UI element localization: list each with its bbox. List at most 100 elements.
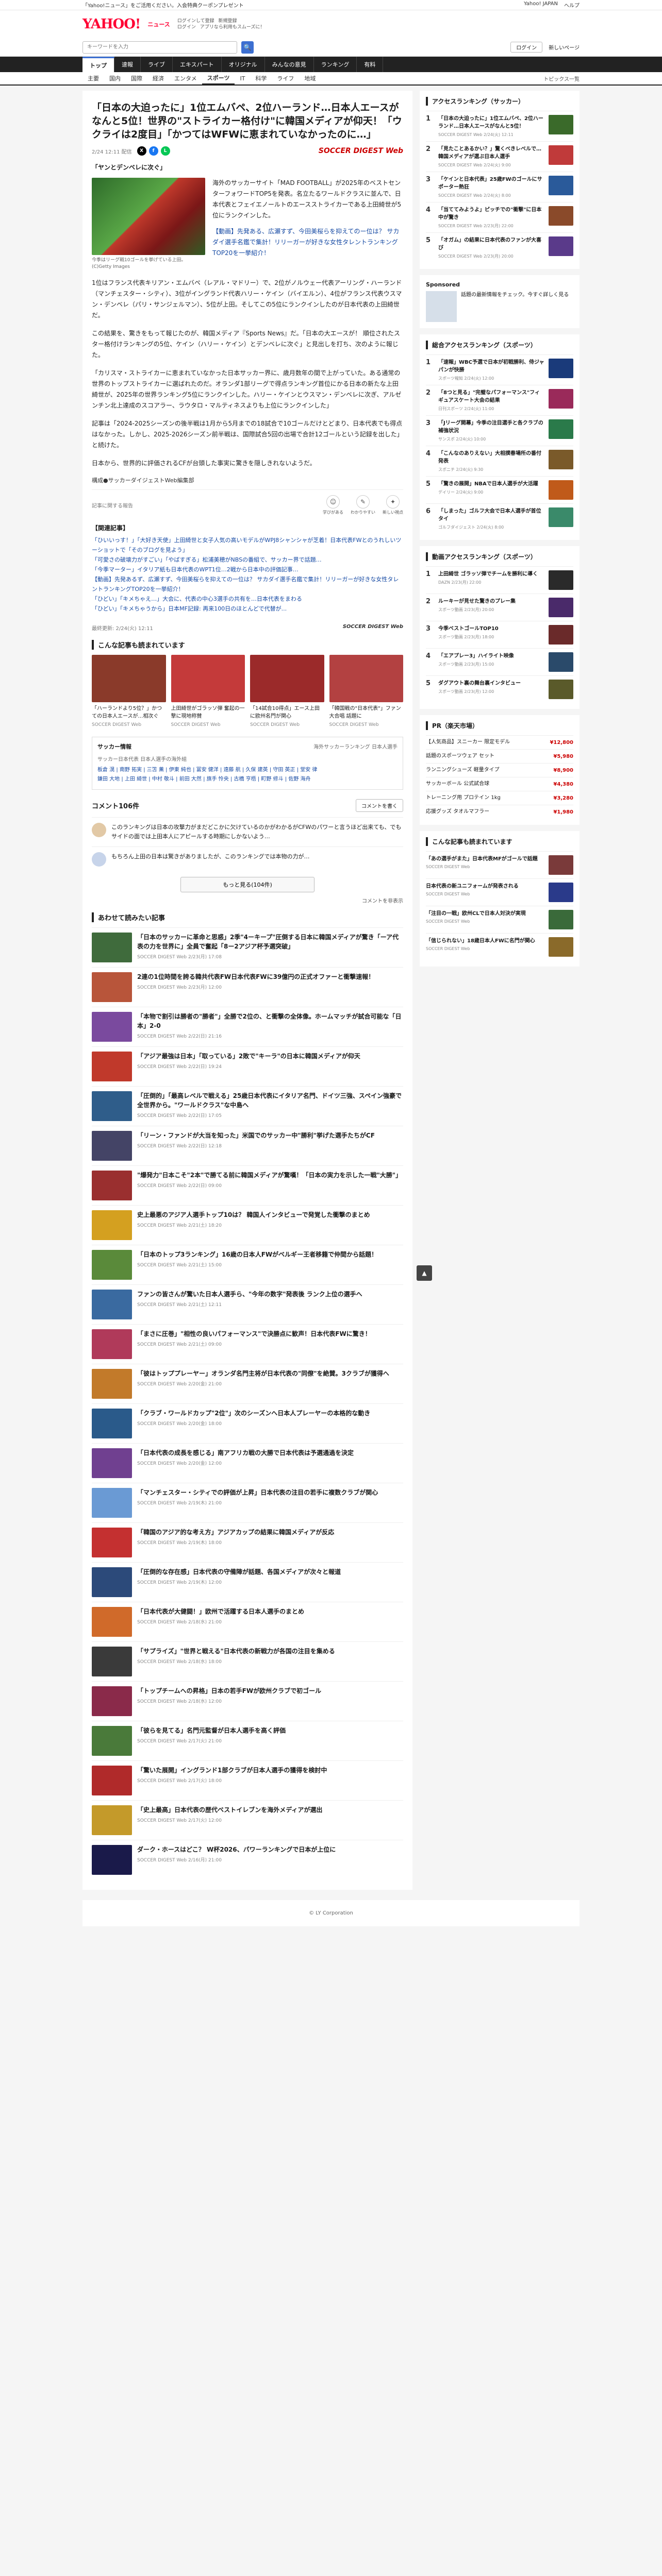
list-item[interactable]: 「トップチームへの昇格」日本の若手FWが欧州クラブで初ゴール SOCCER DIG…	[92, 1681, 403, 1721]
player-links-row[interactable]: 板倉 滉 | 南野 拓実 | 三笘 薫 | 伊東 純也 | 冨安 健洋 | 遠藤…	[97, 766, 398, 775]
publisher-logo[interactable]: SOCCER DIGEST Web	[319, 147, 403, 155]
list-item[interactable]: 史上最悪のアジア人選手トップ10は？ 韓国人インタビューで発覚した衝撃のまとめ S…	[92, 1205, 403, 1245]
report-link[interactable]: 記事に関する報告	[92, 501, 133, 509]
list-item[interactable]: 「圧倒的」「最高レベルで戦える」25歳日本代表にイタリア名門、ドイツ三強、スペイ…	[92, 1086, 403, 1126]
search-button[interactable]: 🔍	[241, 41, 254, 54]
nav-item[interactable]: みんなの意見	[265, 57, 314, 72]
recommend-card[interactable]: 「14試合10得点」エース上田に欧州名門が関心 SOCCER DIGEST Web	[250, 655, 324, 727]
reaction-button[interactable]: ✎ わかりやすい	[351, 495, 375, 515]
list-item[interactable]: 「リーン・ファンドが大当を知った」米国でのサッカー中"勝利"挙げた選手たちがCF…	[92, 1126, 403, 1165]
ranking-item[interactable]: 4 「こんなのありえない」大相撲春場所の番付発表 スポニチ 2/24(火) 9:30	[426, 446, 573, 476]
nav-item[interactable]: 有料	[357, 57, 384, 72]
list-item[interactable]: 「アジア最強は日本」「取っている」2敗で"キーラ"の日本に韓国メディアが仰天 SO…	[92, 1046, 403, 1086]
facebook-share-icon[interactable]: f	[148, 146, 158, 156]
yahoo-logo[interactable]: YAHOO!	[82, 16, 141, 32]
write-comment-button[interactable]: コメントを書く	[356, 799, 403, 812]
subnav-tab[interactable]: 国内	[104, 74, 126, 82]
ranking-item[interactable]: 3 今季ベストゴールTOP10 スポーツ動画 2/23(月) 18:00	[426, 621, 573, 648]
list-item[interactable]: 「サプライズ」"世界と戦える"日本代表の新戦力が各国の注目を集める SOCCER …	[92, 1641, 403, 1681]
list-item[interactable]: 「日本代表が大健闘！」欧州で活躍する日本人選手のまとめ SOCCER DIGEST…	[92, 1602, 403, 1641]
search-input[interactable]	[82, 41, 237, 54]
list-item[interactable]: 2連の1位時間を誇る韓共代表FW日本代表FWに39億円の正式オファーと衝撃速報！…	[92, 967, 403, 1007]
reaction-button[interactable]: ✦ 新しい視点	[383, 495, 403, 515]
list-item[interactable]: 「日本のトップ3ランキング」16歳の日本人FWがベルギー王者移籍で仲間から話題！…	[92, 1245, 403, 1284]
yahoo-top-link[interactable]: Yahoo! JAPAN	[524, 1, 558, 9]
related-link[interactable]: 「ひどい」「キメちゃうから」日本MF記録: 再来100日のほとんどで代替が...	[92, 604, 403, 614]
new-page-link[interactable]: 新しいページ	[549, 43, 580, 51]
related-link[interactable]: 「ひいいっす！」「大好き天使」上田綺世と女子人気の高いモデルがWPJ8シャンシャ…	[92, 535, 403, 555]
ranking-item[interactable]: 2 「8つと見る」"完璧なパフォーマンス"フィギュアスケート大会の結果 日刊スポーツ…	[426, 385, 573, 415]
ranking-item[interactable]: 日本代表の新ユニフォームが発表される SOCCER DIGEST Web	[426, 878, 573, 906]
recommend-card[interactable]: 「韓国戦の"日本代表"」ファン大合唱 話題に SOCCER DIGEST Web	[329, 655, 403, 727]
login-link[interactable]: ログイン	[177, 24, 196, 30]
ranking-item[interactable]: 「注目の一戦」欧州CLで日本人対決が実現 SOCCER DIGEST Web	[426, 906, 573, 933]
related-link[interactable]: 「ひどい」「キメちゃえ…」大会に、代表の中心3選手の共有を…日本代表をまわる	[92, 594, 403, 604]
pr-item[interactable]: トレーニング用 プロテイン 1kg ¥3,280	[426, 791, 573, 805]
ranking-item[interactable]: 2 「見たことあるかい？」驚くべきレベルで…韓国メディアが選ぶ日本人選手 SOCCE…	[426, 141, 573, 172]
ranking-item[interactable]: 6 「しまった」ゴルフ大会で日本人選手が首位タイ ゴルフダイジェスト 2/24(火)…	[426, 503, 573, 534]
list-item[interactable]: 「彼はトッププレーヤー」オランダ名門主将が日本代表の"同僚"を絶賛。3クラブが獲…	[92, 1364, 403, 1403]
list-item[interactable]: 「マンチェスター・シティでの評価が上昇」日本代表の注目の若手に複数クラブが関心 S…	[92, 1483, 403, 1522]
article-photo[interactable]	[92, 178, 205, 255]
hide-comments-toggle[interactable]: コメントを非表示	[362, 899, 403, 904]
nav-item[interactable]: オリジナル	[222, 57, 265, 72]
list-item[interactable]: 「彼らを見てる」名門元監督が日本人選手を高く評価 SOCCER DIGEST We…	[92, 1721, 403, 1760]
new-register-link[interactable]: 新規登録	[219, 18, 237, 24]
ad-text[interactable]: 話題の最新情報をチェック。今すぐ詳しく見る	[461, 291, 569, 322]
pr-item[interactable]: 【人気商品】スニーカー 限定モデル ¥12,800	[426, 735, 573, 749]
ranking-item[interactable]: 5 ダグアウト裏の舞台裏インタビュー スポーツ動画 2/23(月) 12:00	[426, 675, 573, 703]
nav-item[interactable]: ランキング	[314, 57, 357, 72]
nav-item[interactable]: エキスパート	[173, 57, 222, 72]
ranking-item[interactable]: 1 「日本の大迫ったに」1位エムバペ、2位ハーランド…日本人エースがなんと5位！ S…	[426, 111, 573, 141]
subnav-tab[interactable]: IT	[235, 75, 250, 82]
subnav-tab[interactable]: 主要	[82, 74, 104, 82]
ranking-item[interactable]: 1 上田綺世 ゴラッソ弾でチームを勝利に導く DAZN 2/23(月) 22:00	[426, 566, 573, 594]
recommend-card[interactable]: 「ハーランドより5位？」かつての日本人エースが…相次ぐ SOCCER DIGEST…	[92, 655, 166, 727]
ranking-item[interactable]: 4 「当ててみようよ」ピッチでの"衝撃"に日本中が驚き SOCCER DIGEST …	[426, 202, 573, 232]
source-name[interactable]: SOCCER DIGEST Web	[343, 624, 403, 632]
nav-item[interactable]: トップ	[82, 57, 114, 72]
ranking-item[interactable]: 「信じられない」18歳日本人FWに名門が関心 SOCCER DIGEST Web	[426, 933, 573, 960]
list-item[interactable]: "爆発力"日本こそ"2本"で勝てる前に韓国メディアが驚嘆！「日本の実力を示した一…	[92, 1165, 403, 1205]
list-item[interactable]: 「日本のサッカーに革命と思惑」2季"4ーキープ"圧倒する日本に韓国メディアが驚き…	[92, 927, 403, 967]
pr-item[interactable]: サッカーボール 公式試合球 ¥4,380	[426, 777, 573, 791]
notice-text[interactable]: 「Yahoo!ニュース」をご活用ください。入会特典クーポンプレゼント	[82, 1, 244, 9]
reaction-button[interactable]: ☺ 学びがある	[323, 495, 343, 515]
ranking-item[interactable]: 1 「速報」WBC予選で日本が初戦勝利、侍ジャパンが快勝 スポーツ報知 2/24(火…	[426, 354, 573, 385]
ranking-item[interactable]: 3 「Jリーグ開幕」今季の注目選手と各クラブの補強状況 サンスポ 2/24(火) 1…	[426, 415, 573, 446]
ranking-item[interactable]: 2 ルーキーが見せた驚きのプレー集 スポーツ動画 2/23(月) 20:00	[426, 594, 573, 621]
login-button[interactable]: ログイン	[510, 42, 543, 53]
player-links-row[interactable]: 鎌田 大地 | 上田 綺世 | 中村 敬斗 | 前田 大然 | 旗手 怜央 | …	[97, 775, 398, 784]
subnav-tab[interactable]: エンタメ	[169, 74, 202, 82]
nav-item[interactable]: 速報	[114, 57, 141, 72]
back-to-top-button[interactable]: ▲	[417, 1265, 432, 1281]
list-item[interactable]: 「クラブ・ワールドカップ"2位"」次のシーズンへ日本人プレーヤーの本格的な動き S…	[92, 1403, 403, 1443]
subnav-tab[interactable]: 経済	[147, 74, 169, 82]
related-link[interactable]: 「今季マーター」イタリア紙も日本代表のWPT1位…2戦から日本中の評価記事…	[92, 565, 403, 574]
more-comments-button[interactable]: もっと見る(104件)	[180, 877, 315, 892]
related-link[interactable]: 「可愛さの破壊力がすごい」「やばすぎる」松浦美穂がNBSの番組で、サッカー界で話…	[92, 555, 403, 565]
ranking-item[interactable]: 4 「エアプレー3」ハイライト映像 スポーツ動画 2/23(月) 15:00	[426, 648, 573, 675]
list-item[interactable]: 「本物で割引は勝者の"勝者"」全勝で2位の、と衝撃の全体像。ホームマッチが試合可…	[92, 1007, 403, 1046]
info-right-link[interactable]: 海外サッカーランキング 日本人選手	[313, 742, 398, 751]
list-item[interactable]: 「圧倒的な存在感」日本代表の守備陣が話題、各国メディアが次々と報道 SOCCER …	[92, 1562, 403, 1602]
news-label[interactable]: ニュース	[147, 21, 170, 28]
list-item[interactable]: 「まさに圧巻」"相性の良いパフォーマンス"で決勝点に歓声！日本代表FWに驚き！ S…	[92, 1324, 403, 1364]
list-item[interactable]: ダーク・ホースはどこ？ W杯2026、パワーランキングで日本が上位に SOCCER…	[92, 1840, 403, 1879]
topics-list-link[interactable]: トピックス一覧	[543, 75, 580, 82]
subnav-tab[interactable]: 国際	[126, 74, 147, 82]
pr-item[interactable]: ランニングシューズ 軽量タイプ ¥8,900	[426, 763, 573, 777]
x-share-icon[interactable]: X	[137, 146, 146, 156]
subnav-tab[interactable]: 地域	[299, 74, 321, 82]
nav-item[interactable]: ライブ	[141, 57, 173, 72]
pr-item[interactable]: 話題のスポーツウェア セット ¥5,980	[426, 749, 573, 763]
help-link[interactable]: ヘルプ	[564, 1, 580, 9]
ad-image[interactable]	[426, 291, 457, 322]
recommend-card[interactable]: 上田綺世がゴラッソ弾 奮起の一撃に現地称賛 SOCCER DIGEST Web	[171, 655, 245, 727]
list-item[interactable]: 「韓国のアジア的な考え方」アジアカップの結果に韓国メディアが反応 SOCCER D…	[92, 1522, 403, 1562]
subnav-tab[interactable]: 科学	[250, 74, 272, 82]
login-register-link[interactable]: ログインして登録	[177, 18, 214, 24]
subnav-tab[interactable]: ライフ	[272, 74, 299, 82]
list-item[interactable]: 「史上最高」日本代表の歴代ベストイレブンを海外メディアが選出 SOCCER DIG…	[92, 1800, 403, 1840]
list-item[interactable]: ファンの皆さんが驚いた日本人選手ら、"今年の数字"発表後 ランク上位の選手へ SO…	[92, 1284, 403, 1324]
